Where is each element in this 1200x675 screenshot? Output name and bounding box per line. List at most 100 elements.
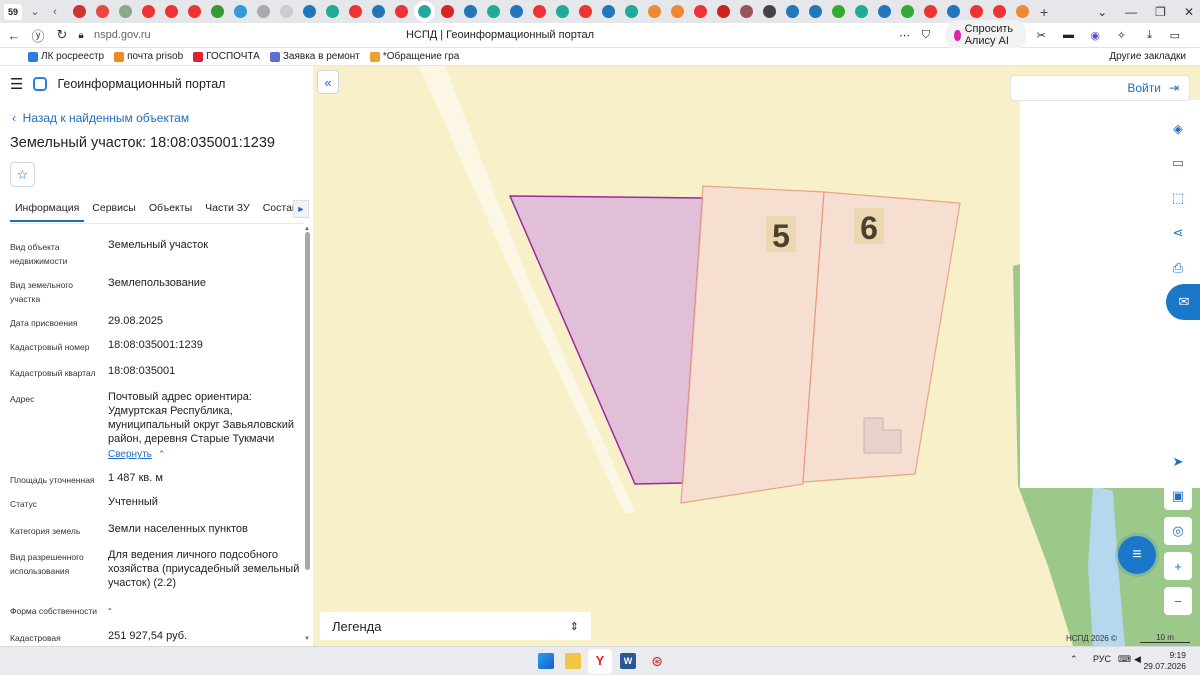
- tab-favicon-icon[interactable]: [96, 5, 109, 18]
- tab-favicon-icon[interactable]: [763, 5, 776, 18]
- layers-icon[interactable]: ◈: [1164, 115, 1192, 143]
- new-tab-button[interactable]: +: [1040, 4, 1048, 20]
- tab-counter[interactable]: 59: [4, 3, 22, 20]
- legend-dropdown[interactable]: Легенда ⇕: [320, 612, 591, 640]
- maximize-icon[interactable]: ❐: [1155, 5, 1166, 19]
- back-to-results-link[interactable]: ‹ Назад к найденным объектам: [12, 111, 189, 125]
- collapse-panel-icon[interactable]: «: [317, 70, 339, 94]
- zoom-in-icon[interactable]: +: [1164, 552, 1192, 580]
- record-icon[interactable]: ◉: [1090, 29, 1100, 42]
- minimize-icon[interactable]: —: [1125, 5, 1137, 19]
- tab-favicon-icon[interactable]: [878, 5, 891, 18]
- bookmark-item[interactable]: *Обращение гра: [369, 51, 459, 62]
- tab-favicon-icon[interactable]: [602, 5, 615, 18]
- tab-favicon-icon[interactable]: [694, 5, 707, 18]
- extension-icon[interactable]: ✂: [1037, 29, 1046, 42]
- feedback-icon[interactable]: ✉: [1166, 284, 1200, 320]
- tab-favicon-icon[interactable]: [924, 5, 937, 18]
- bookmark-item[interactable]: Заявка в ремонт: [269, 51, 360, 62]
- tab-favicon-icon[interactable]: [234, 5, 247, 18]
- chevron-left-icon[interactable]: ‹: [48, 6, 62, 18]
- tab-favicon-icon[interactable]: [993, 5, 1006, 18]
- tab-favicon-icon[interactable]: [73, 5, 86, 18]
- geolocation-icon[interactable]: ◎: [1164, 517, 1192, 545]
- menu-icon[interactable]: ☰: [10, 75, 23, 93]
- speaker-icon[interactable]: ◀: [1134, 654, 1141, 665]
- tab-favicon-icon[interactable]: [832, 5, 845, 18]
- tab-favicon-icon[interactable]: [303, 5, 316, 18]
- puzzle-icon[interactable]: ✧: [1117, 29, 1126, 42]
- tab-favicon-icon[interactable]: [901, 5, 914, 18]
- tab-favicon-icon[interactable]: [188, 5, 201, 18]
- tab-favicon-icon[interactable]: [326, 5, 339, 18]
- tab-favicon-icon[interactable]: [947, 5, 960, 18]
- bookmark-item[interactable]: почта prisob: [114, 51, 183, 62]
- hat-icon[interactable]: ▬: [1063, 29, 1074, 41]
- chat-icon[interactable]: ≡: [1118, 536, 1156, 574]
- tab-favicon-icon[interactable]: [142, 5, 155, 18]
- word-icon[interactable]: W: [620, 653, 636, 669]
- app-icon[interactable]: ⊛: [649, 653, 665, 669]
- tablet-icon[interactable]: ▭: [1170, 29, 1180, 42]
- chevron-up-icon[interactable]: ⌃: [158, 449, 166, 459]
- tab-favicon-icon[interactable]: [786, 5, 799, 18]
- bookmark-item[interactable]: ЛК росреестр: [28, 51, 104, 62]
- close-icon[interactable]: ✕: [1184, 5, 1194, 19]
- tab-favicon-icon[interactable]: [648, 5, 661, 18]
- tab-parts[interactable]: Части ЗУ: [200, 202, 255, 222]
- panel-scrollbar[interactable]: [305, 232, 310, 570]
- tab-favicon-icon[interactable]: [441, 5, 454, 18]
- keyboard-icon[interactable]: ⌨: [1118, 654, 1131, 665]
- tab-favicon-icon[interactable]: [671, 5, 684, 18]
- navigate-icon[interactable]: ➤: [1164, 448, 1192, 476]
- windows-start-icon[interactable]: [538, 653, 554, 669]
- back-arrow-icon[interactable]: ←: [2, 28, 26, 43]
- tab-objects[interactable]: Объекты: [144, 202, 197, 222]
- bookmark-item[interactable]: ГОСПОЧТА: [193, 51, 260, 62]
- tab-favicon-icon[interactable]: [119, 5, 132, 18]
- file-explorer-icon[interactable]: [565, 653, 581, 669]
- tab-favicon-icon[interactable]: [372, 5, 385, 18]
- scroll-down-icon[interactable]: ▼: [304, 636, 310, 642]
- favorite-star-icon[interactable]: ☆: [10, 162, 35, 187]
- share-icon[interactable]: ⋖: [1164, 219, 1192, 247]
- ask-alice-button[interactable]: Спросить Алису AI: [946, 20, 1026, 50]
- tab-favicon-icon[interactable]: [395, 5, 408, 18]
- tab-favicon-icon[interactable]: [855, 5, 868, 18]
- bookmark-icon[interactable]: ⛉: [922, 29, 930, 42]
- tab-favicon-icon[interactable]: [487, 5, 500, 18]
- select-area-icon[interactable]: ⬚: [1164, 184, 1192, 212]
- tab-favicon-icon[interactable]: [1016, 5, 1029, 18]
- login-button[interactable]: Войти ⇥: [1010, 75, 1190, 101]
- yandex-icon[interactable]: ⓨ: [26, 26, 50, 45]
- tab-favicon-icon[interactable]: [257, 5, 270, 18]
- tab-favicon-icon[interactable]: [165, 5, 178, 18]
- tab-menu-icon[interactable]: ⌄: [1097, 5, 1107, 19]
- tabs-scroll-right-icon[interactable]: ►: [293, 200, 309, 218]
- tab-favicon-icon[interactable]: [510, 5, 523, 18]
- tab-information[interactable]: Информация: [10, 202, 85, 222]
- tab-favicon-icon[interactable]: [211, 5, 224, 18]
- system-clock[interactable]: 9:19 29.07.2026: [1143, 650, 1186, 672]
- tab-favicon-icon[interactable]: [464, 5, 477, 18]
- chevron-down-icon[interactable]: ⌄: [28, 5, 42, 18]
- print-icon[interactable]: ⎙: [1164, 254, 1192, 282]
- tab-favicon-icon[interactable]: [970, 5, 983, 18]
- zoom-out-icon[interactable]: −: [1164, 587, 1192, 615]
- more-icon[interactable]: ⋯: [899, 29, 910, 42]
- downloads-icon[interactable]: ⤓: [1147, 29, 1152, 42]
- other-bookmarks[interactable]: Другие закладки: [1109, 51, 1186, 62]
- reload-icon[interactable]: ↻: [50, 27, 74, 43]
- tab-favicon-icon[interactable]: [349, 5, 362, 18]
- tab-favicon-icon[interactable]: [625, 5, 638, 18]
- url-field[interactable]: nspd.gov.ru: [94, 29, 394, 41]
- tab-favicon-icon[interactable]: [717, 5, 730, 18]
- tab-favicon-icon[interactable]: [579, 5, 592, 18]
- tray-chevron-icon[interactable]: ⌃: [1070, 654, 1078, 665]
- tab-favicon-icon[interactable]: [533, 5, 546, 18]
- tab-favicon-icon[interactable]: [280, 5, 293, 18]
- tab-favicon-icon[interactable]: [556, 5, 569, 18]
- yandex-browser-icon[interactable]: Y: [592, 653, 608, 669]
- tab-services[interactable]: Сервисы: [87, 202, 141, 222]
- minimap-icon[interactable]: ▣: [1164, 482, 1192, 510]
